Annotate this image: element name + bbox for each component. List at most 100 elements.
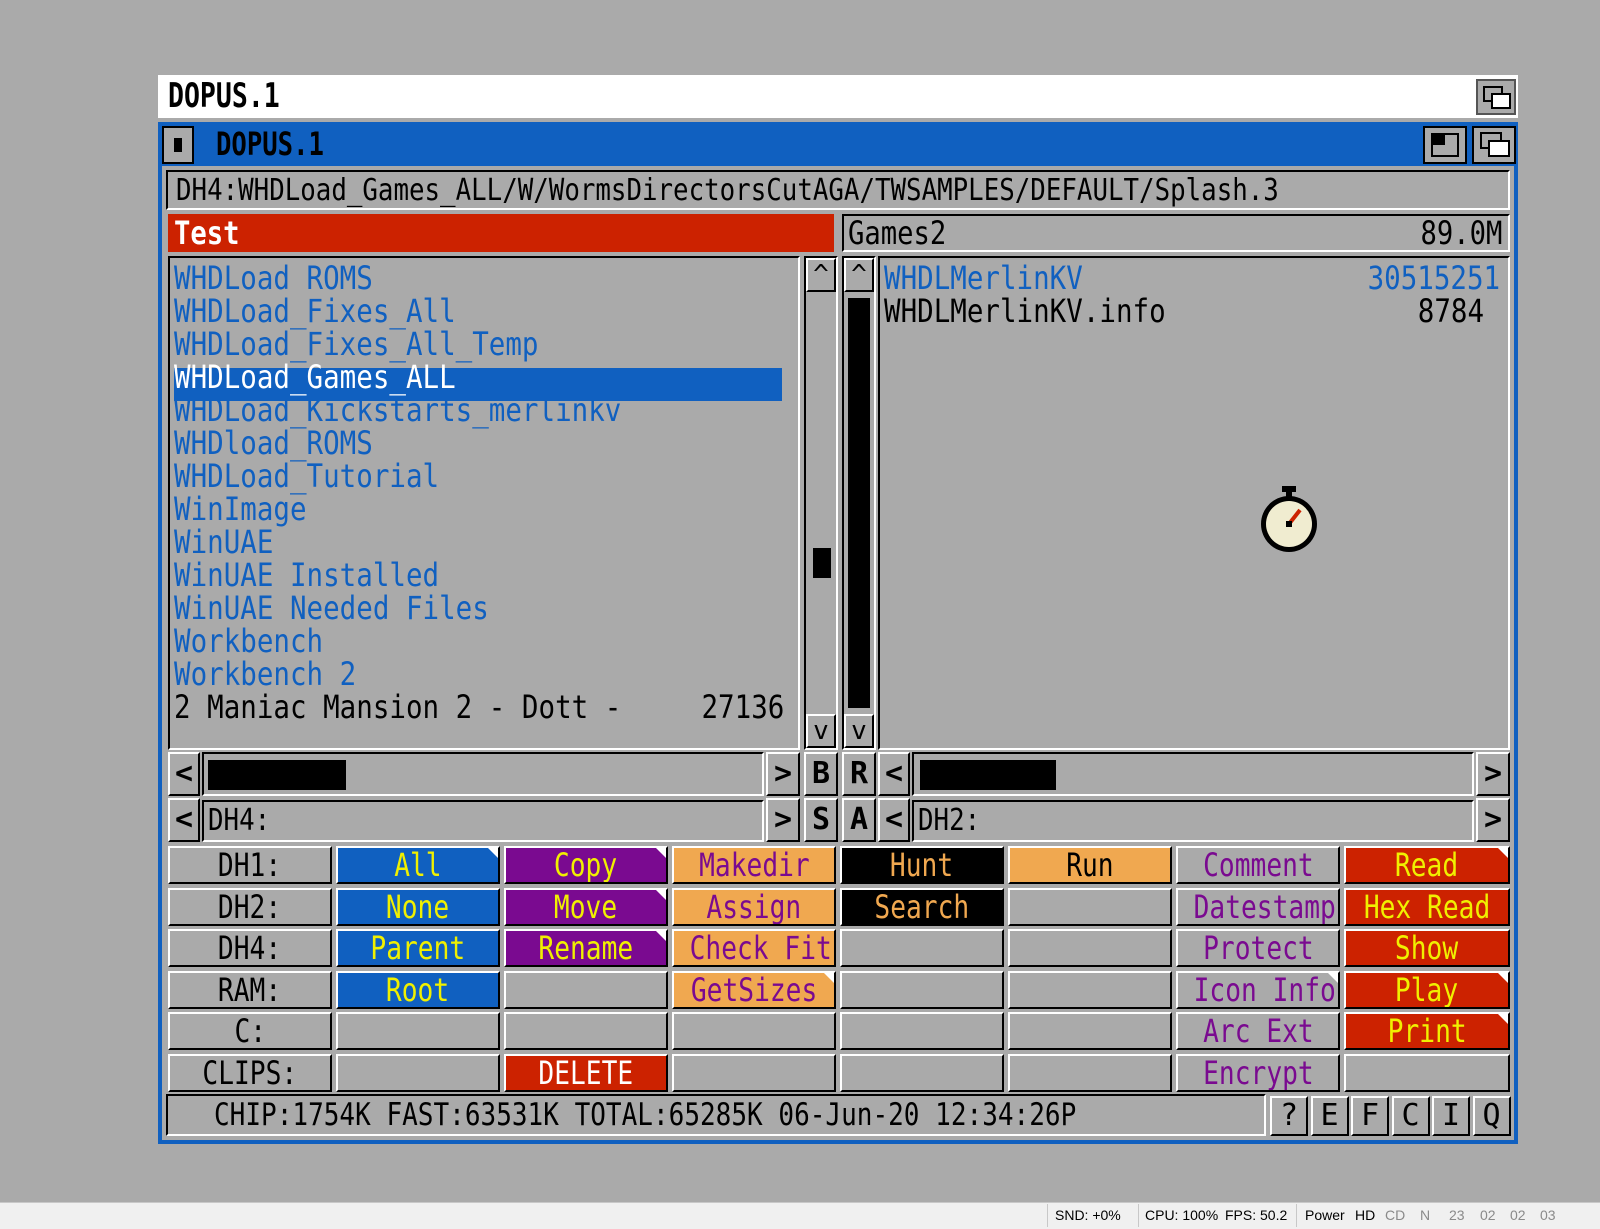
right-scroll-knob[interactable] <box>848 298 870 708</box>
right-vertical-scroller[interactable]: ^ v <box>842 256 876 750</box>
encrypt-button[interactable]: Encrypt <box>1176 1054 1340 1092</box>
none-button[interactable]: None <box>336 888 500 926</box>
empty-bank-button[interactable] <box>840 971 1004 1009</box>
left-scroll-knob[interactable] <box>813 548 831 578</box>
right-hscroll-right-button[interactable]: > <box>1476 752 1510 796</box>
left-hscroll-left-button[interactable]: < <box>168 752 200 796</box>
center-button-s[interactable]: S <box>804 798 838 842</box>
left-list-item[interactable]: WHDLoad_Games_ALL <box>174 361 456 394</box>
left-scroll-down-button[interactable]: v <box>806 714 836 748</box>
device-button[interactable]: C: <box>168 1012 332 1050</box>
print-button[interactable]: Print <box>1344 1012 1510 1050</box>
assign-button[interactable]: Assign <box>672 888 836 926</box>
close-icon[interactable] <box>162 126 194 164</box>
left-list-item[interactable]: Workbench 2 <box>174 658 356 691</box>
left-vertical-scroller[interactable]: ^ v <box>804 256 838 750</box>
quick-button-i[interactable]: I <box>1432 1096 1470 1136</box>
check-fit-button[interactable]: Check Fit <box>672 929 836 967</box>
path-bar[interactable]: DH4:WHDLoad_Games_ALL/W/WormsDirectorsCu… <box>166 170 1510 210</box>
empty-bank-button[interactable] <box>1008 1012 1172 1050</box>
icon-info-button[interactable]: Icon Info <box>1176 971 1340 1009</box>
empty-bank-button[interactable] <box>336 1012 500 1050</box>
quick-button-help[interactable]: ? <box>1270 1096 1308 1136</box>
quick-button-e[interactable]: E <box>1310 1096 1349 1136</box>
left-scroll-up-button[interactable]: ^ <box>806 258 836 292</box>
left-list-item[interactable]: WinUAE Needed Files <box>174 592 489 625</box>
right-list-item[interactable]: WHDLMerlinKV.info <box>884 295 1166 328</box>
left-device-next-button[interactable]: > <box>766 798 800 842</box>
datestamp-button[interactable]: Datestamp <box>1176 888 1340 926</box>
quick-button-c[interactable]: C <box>1391 1096 1430 1136</box>
copy-button[interactable]: Copy <box>504 846 668 884</box>
left-file-list[interactable]: WHDLoad ROMS WHDLoad_Fixes_All WHDLoad_Fix… <box>168 256 800 750</box>
device-button[interactable]: DH2: <box>168 888 332 926</box>
left-lister-header[interactable]: Test <box>168 214 834 252</box>
getsizes-button[interactable]: GetSizes <box>672 971 836 1009</box>
right-lister-header[interactable]: Games2 89.0M <box>842 214 1510 252</box>
right-scroll-down-button[interactable]: v <box>844 714 874 748</box>
hunt-button[interactable]: Hunt <box>840 846 1004 884</box>
empty-bank-button[interactable] <box>840 1012 1004 1050</box>
center-button-r[interactable]: R <box>842 752 876 796</box>
center-button-a[interactable]: A <box>842 798 876 842</box>
arc-ext-button[interactable]: Arc Ext <box>1176 1012 1340 1050</box>
left-device-prev-button[interactable]: < <box>168 798 200 842</box>
left-hscroll-knob[interactable] <box>208 760 346 790</box>
quick-button-f[interactable]: F <box>1351 1096 1389 1136</box>
empty-bank-button[interactable] <box>840 929 1004 967</box>
quick-button-q[interactable]: Q <box>1472 1096 1511 1136</box>
left-list-item[interactable]: WHDLoad ROMS <box>174 262 373 295</box>
empty-bank-button[interactable] <box>672 1054 836 1092</box>
right-device-prev-button[interactable]: < <box>878 798 910 842</box>
left-list-item[interactable]: WinImage <box>174 493 307 526</box>
right-list-item[interactable]: WHDLMerlinKV <box>884 262 1083 295</box>
zoom-icon[interactable] <box>1423 126 1467 164</box>
right-scroll-up-button[interactable]: ^ <box>844 258 874 292</box>
empty-bank-button[interactable] <box>672 1012 836 1050</box>
makedir-button[interactable]: Makedir <box>672 846 836 884</box>
rename-button[interactable]: Rename <box>504 929 668 967</box>
left-device-field[interactable]: DH4: <box>202 800 764 842</box>
right-hscroll-left-button[interactable]: < <box>878 752 910 796</box>
left-list-item[interactable]: WinUAE <box>174 526 273 559</box>
right-file-list[interactable]: WHDLMerlinKV 30515251 WHDLMerlinKV.info 878… <box>878 256 1510 750</box>
left-list-item[interactable]: WHDload_ROMS <box>174 427 373 460</box>
left-list-item[interactable]: WHDLoad_Fixes_All_Temp <box>174 328 539 361</box>
empty-bank-button[interactable] <box>504 1012 668 1050</box>
right-device-field[interactable]: DH2: <box>912 800 1474 842</box>
show-button[interactable]: Show <box>1344 929 1510 967</box>
device-button[interactable]: CLIPS: <box>168 1054 332 1092</box>
left-list-item[interactable]: WHDLoad_Kickstarts_merlinkv <box>174 394 621 427</box>
run-button[interactable]: Run <box>1008 846 1172 884</box>
empty-bank-button[interactable] <box>1008 971 1172 1009</box>
left-list-item[interactable]: WinUAE Installed <box>174 559 439 592</box>
center-button-b[interactable]: B <box>804 752 838 796</box>
screen-depth-icon[interactable] <box>1476 79 1516 115</box>
root-button[interactable]: Root <box>336 971 500 1009</box>
right-device-next-button[interactable]: > <box>1476 798 1510 842</box>
left-horizontal-scroller[interactable] <box>202 752 764 796</box>
left-list-item[interactable]: WHDLoad_Fixes_All <box>174 295 456 328</box>
read-button[interactable]: Read <box>1344 846 1510 884</box>
empty-bank-button[interactable] <box>1008 929 1172 967</box>
right-hscroll-knob[interactable] <box>920 760 1056 790</box>
device-button[interactable]: DH4: <box>168 929 332 967</box>
right-horizontal-scroller[interactable] <box>912 752 1474 796</box>
depth-icon[interactable] <box>1472 126 1516 164</box>
empty-bank-button[interactable] <box>504 971 668 1009</box>
empty-bank-button[interactable] <box>840 1054 1004 1092</box>
device-button[interactable]: RAM: <box>168 971 332 1009</box>
search-button[interactable]: Search <box>840 888 1004 926</box>
move-button[interactable]: Move <box>504 888 668 926</box>
empty-bank-button[interactable] <box>1008 888 1172 926</box>
delete-button[interactable]: DELETE <box>504 1054 668 1092</box>
window-title-bar[interactable] <box>158 122 1518 166</box>
left-list-item[interactable]: 2 Maniac Mansion 2 - Dott - <box>174 691 621 724</box>
protect-button[interactable]: Protect <box>1176 929 1340 967</box>
empty-bank-button[interactable] <box>1344 1054 1510 1092</box>
left-list-item[interactable]: Workbench <box>174 625 323 658</box>
left-hscroll-right-button[interactable]: > <box>766 752 800 796</box>
play-button[interactable]: Play <box>1344 971 1510 1009</box>
all-button[interactable]: All <box>336 846 500 884</box>
left-list-item[interactable]: WHDLoad_Tutorial <box>174 460 439 493</box>
